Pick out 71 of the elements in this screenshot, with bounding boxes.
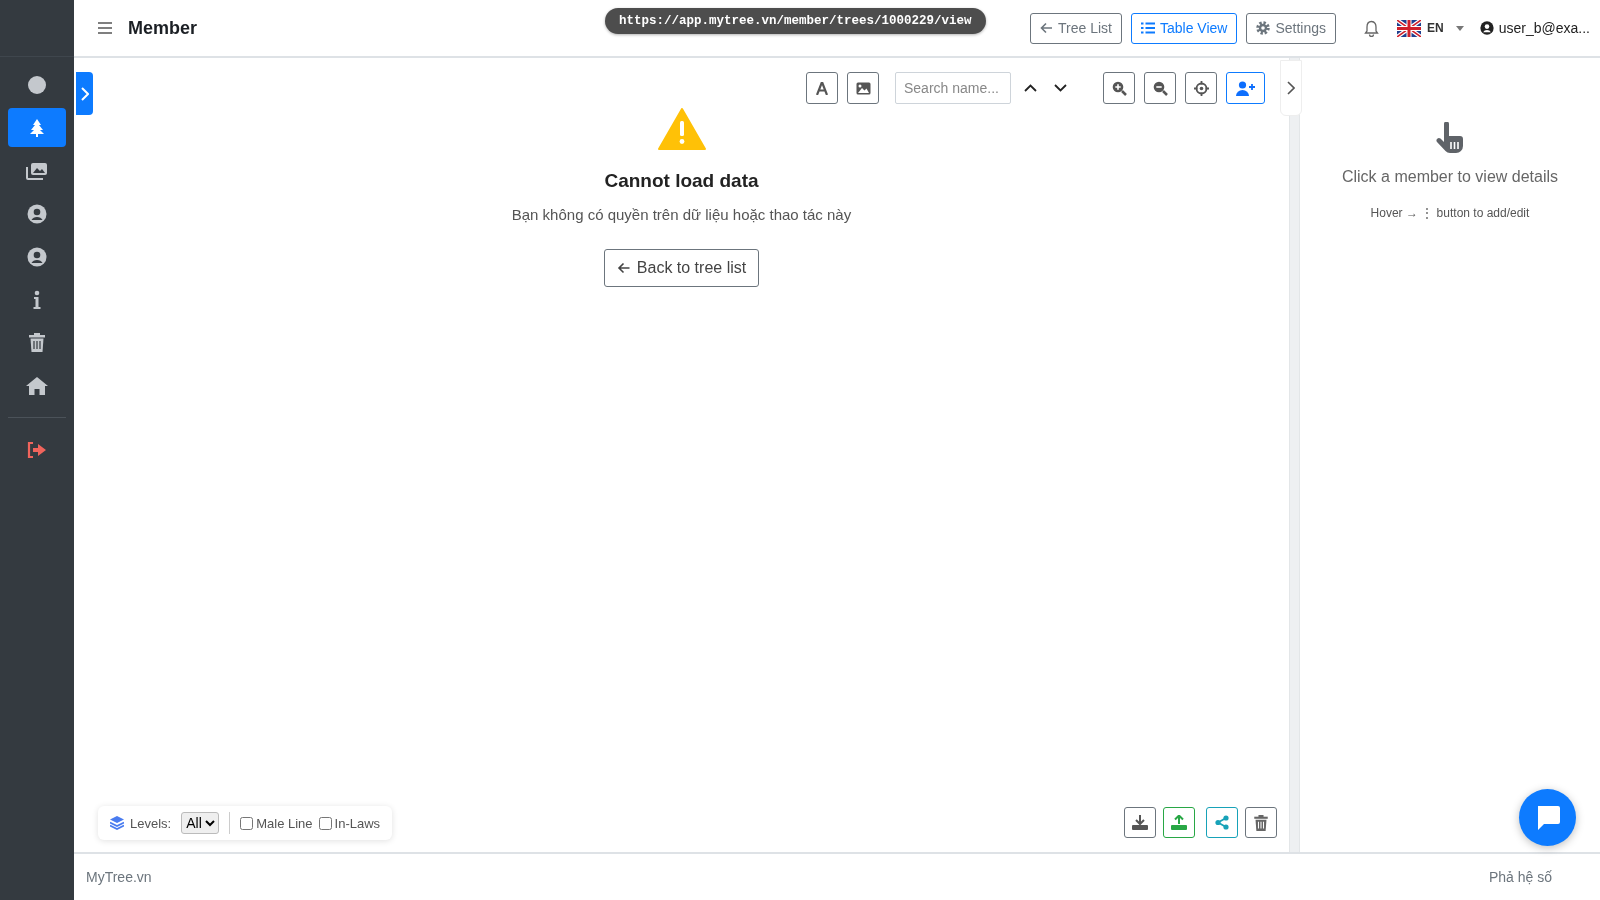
letter-icon [816,81,828,95]
zoom-out-icon [1152,80,1168,96]
tree-icon [29,118,45,137]
search-field[interactable]: Search name... [895,72,1011,104]
upload-button[interactable] [1163,807,1195,838]
levels-select[interactable]: All [181,812,220,834]
checkbox[interactable] [240,816,254,830]
checkbox[interactable] [318,816,332,830]
add-user-icon [1235,80,1256,96]
chat-button[interactable] [1519,789,1576,846]
user-icon [1479,21,1494,35]
layers-icon [110,816,124,830]
info-icon [32,289,42,310]
chevron-right-icon [80,86,89,101]
warning-icon [657,108,706,150]
share-button[interactable] [1206,807,1238,838]
expand-tab[interactable] [76,72,93,115]
sidebar-item[interactable] [8,108,66,147]
details-message: Click a member to view details [1341,168,1559,186]
download-button[interactable] [1124,807,1156,838]
header-button[interactable]: Tree List [1030,12,1122,44]
trash-icon [29,333,45,352]
footer-brand: MyTree.vn [86,869,152,885]
collapse-tab[interactable] [1280,60,1302,116]
user-icon [27,203,47,224]
upload-icon [1171,815,1187,830]
circle-icon [27,74,47,95]
settings-icon [1256,21,1271,35]
language-selector[interactable]: EN [1397,19,1464,37]
chevron-right-icon [1287,81,1295,95]
menu-icon[interactable] [98,22,112,34]
user-icon [27,246,47,267]
bell-icon[interactable] [1364,19,1380,37]
image-icon [855,81,871,95]
pointing-hand-icon [1436,122,1464,154]
footer-text: Phả hệ số [1488,869,1552,885]
zoom-in-button[interactable] [1103,72,1135,104]
arrow-left-icon [616,262,631,274]
text-button[interactable] [806,72,838,104]
scrollbar[interactable] [1289,58,1299,852]
error-title: Cannot load data [604,170,759,192]
checkbox-label: Male Line [256,815,313,831]
center-button[interactable] [1185,72,1217,104]
list-icon [1141,22,1155,34]
chevron-up-icon [1024,84,1037,92]
url-tooltip: https://app.mytree.vn/member/trees/1000229/view [605,8,986,34]
details-hint: Hover → ⋮ button to add/edit [1370,206,1530,220]
image-button[interactable] [847,72,879,104]
zoom-in-icon [1111,80,1127,96]
add-member-button[interactable] [1226,72,1265,104]
delete-button[interactable] [1245,807,1277,838]
images-icon [26,161,48,180]
crosshair-icon [1193,80,1209,96]
error-message: Bạn không có quyền trên dữ liệu hoặc thao tác này [511,206,852,223]
trash-icon [1254,814,1268,831]
download-icon [1132,815,1148,830]
levels-label: Levels: [130,815,172,831]
user-menu[interactable]: user_b@exa... [1479,20,1590,36]
zoom-out-button[interactable] [1144,72,1176,104]
flag-icon [1397,19,1422,37]
logout-icon [27,441,47,458]
page-title: Member [128,17,198,39]
chevron-down-icon [1054,84,1067,92]
arrow-left-icon [1040,22,1054,34]
header-button[interactable]: Settings [1246,12,1337,44]
header-button[interactable]: Table View [1131,12,1238,44]
caret-icon [1455,25,1464,31]
checkbox-label: In-Laws [334,815,381,831]
home-icon [26,376,48,395]
share-icon [1215,815,1229,830]
back-button[interactable]: Back to tree list [603,249,760,287]
